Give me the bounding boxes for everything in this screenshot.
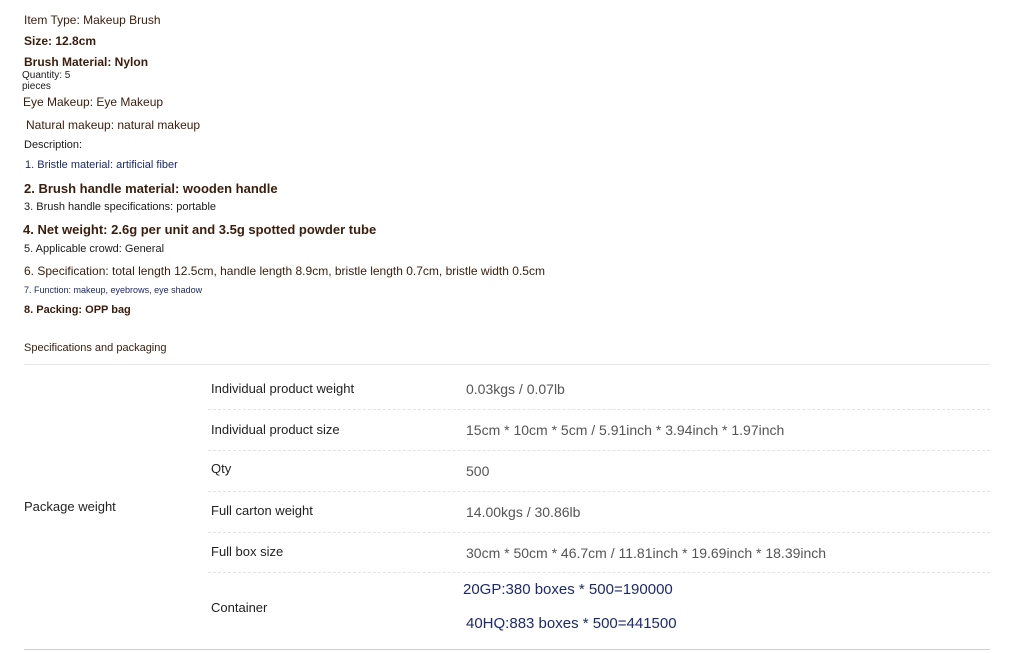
- row-value: 14.00kgs / 30.86lb: [466, 504, 581, 520]
- table-row: Individual product size 15cm * 10cm * 5c…: [208, 410, 990, 451]
- description-item: 2. Brush handle material: wooden handle: [24, 181, 278, 196]
- quantity-line: Quantity: 5: [22, 70, 71, 81]
- table-row: Full carton weight 14.00kgs / 30.86lb: [208, 492, 990, 533]
- container-40hq-value: 40HQ:883 boxes * 500=441500: [466, 615, 677, 632]
- packaging-section-title: Specifications and packaging: [24, 342, 167, 354]
- row-value: 15cm * 10cm * 5cm / 5.91inch * 3.94inch …: [466, 422, 785, 438]
- table-row: Qty 500: [208, 451, 990, 492]
- eye-makeup-line: Eye Makeup: Eye Makeup: [23, 95, 164, 109]
- row-label: Individual product size: [211, 422, 340, 437]
- description-item: 1. Bristle material: artificial fiber: [25, 159, 178, 171]
- description-item: 8. Packing: OPP bag: [24, 304, 131, 316]
- description-item: 3. Brush handle specifications: portable: [24, 201, 217, 213]
- table-row: Full box size 30cm * 50cm * 46.7cm / 11.…: [208, 533, 990, 573]
- description-item: 7. Function: makeup, eyebrows, eye shado…: [24, 285, 203, 295]
- container-20gp-value: 20GP:380 boxes * 500=190000: [463, 581, 673, 598]
- container-row: Container 20GP:380 boxes * 500=190000 40…: [208, 573, 990, 649]
- row-label: Individual product weight: [211, 381, 355, 396]
- description-label: Description:: [24, 139, 83, 151]
- item-type-line: Item Type: Makeup Brush: [24, 13, 161, 27]
- description-item: 6. Specification: total length 12.5cm, h…: [24, 264, 545, 278]
- natural-makeup-line: Natural makeup: natural makeup: [26, 118, 201, 132]
- row-label: Qty: [211, 461, 232, 476]
- description-item: 5. Applicable crowd: General: [24, 243, 165, 255]
- table-row: Individual product weight 0.03kgs / 0.07…: [208, 365, 990, 410]
- row-value: 30cm * 50cm * 46.7cm / 11.81inch * 19.69…: [466, 545, 827, 561]
- row-label: Full box size: [211, 544, 284, 559]
- brush-material-line: Brush Material: Nylon: [24, 55, 149, 69]
- package-weight-group-label: Package weight: [24, 499, 116, 514]
- row-label: Full carton weight: [211, 503, 313, 518]
- packaging-table: Package weight Individual product weight…: [24, 364, 990, 650]
- description-item: 4. Net weight: 2.6g per unit and 3.5g sp…: [23, 222, 377, 237]
- row-value: 500: [466, 463, 490, 479]
- row-value: 0.03kgs / 0.07lb: [466, 381, 565, 397]
- size-line: Size: 12.8cm: [24, 34, 97, 48]
- quantity-unit-line: pieces: [22, 81, 51, 92]
- container-label: Container: [211, 600, 268, 615]
